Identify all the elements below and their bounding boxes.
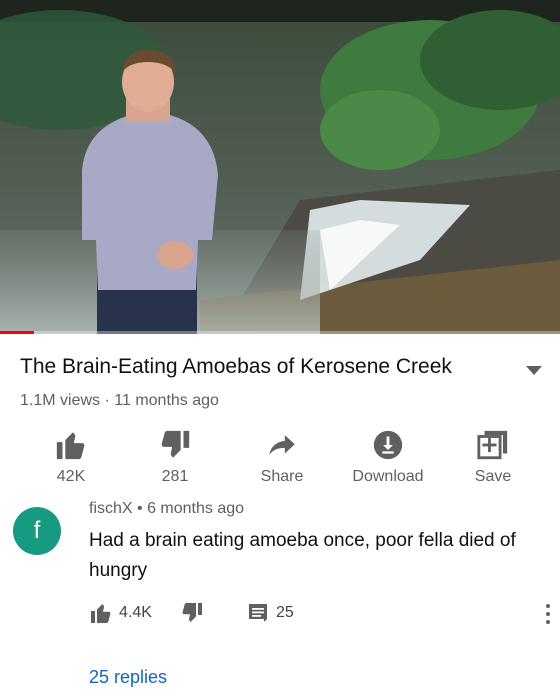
share-label: Share [260,468,304,485]
video-progress-bar[interactable] [0,331,560,334]
download-label: Download [352,468,424,485]
video-title: The Brain-Eating Amoebas of Kerosene Cre… [20,355,452,378]
meta-separator: • [137,500,148,517]
comment-like-button[interactable]: 4.4K [89,600,152,626]
comment-header: fischX • 6 months ago [89,500,244,518]
avatar[interactable]: f [13,507,61,555]
more-options-icon[interactable] [540,599,556,629]
video-meta: 1.1M views · 11 months ago [20,392,219,410]
comment-dislike-button[interactable] [180,600,204,626]
video-player[interactable] [0,0,560,334]
share-arrow-icon [269,435,295,455]
comment-author[interactable]: fischX [89,500,133,517]
download-icon [373,430,403,460]
save-button[interactable]: Save [438,420,548,492]
dislike-button[interactable]: 281 [120,420,230,492]
reply-comment-icon [249,604,267,622]
share-button[interactable]: Share [227,420,337,492]
add-to-playlist-icon [477,430,508,460]
thumbs-down-icon [161,430,190,458]
comment-text: Had a brain eating amoeba once, poor fel… [89,530,516,581]
reply-count: 25 [276,604,294,621]
like-button[interactable]: 42K [16,420,126,492]
thumbs-up-icon [91,604,111,623]
download-button[interactable]: Download [333,420,443,492]
view-count: 1.1M views [20,392,101,409]
chevron-down-icon [526,366,542,375]
save-label: Save [474,468,512,485]
view-replies-link[interactable]: 25 replies [89,667,167,688]
thumbs-down-icon [182,603,202,622]
upload-age: 11 months ago [114,392,219,409]
comment-reply-button[interactable]: 25 [246,600,294,626]
comment-age: 6 months ago [147,500,245,517]
dislike-count: 281 [161,468,189,485]
comment-like-count: 4.4K [119,604,152,621]
meta-separator: · [104,392,115,409]
expand-description-button[interactable] [520,360,548,380]
video-frame-image [0,0,560,334]
like-count: 42K [56,468,86,485]
thumbs-up-icon [56,432,85,460]
video-progress-fill [0,331,34,334]
